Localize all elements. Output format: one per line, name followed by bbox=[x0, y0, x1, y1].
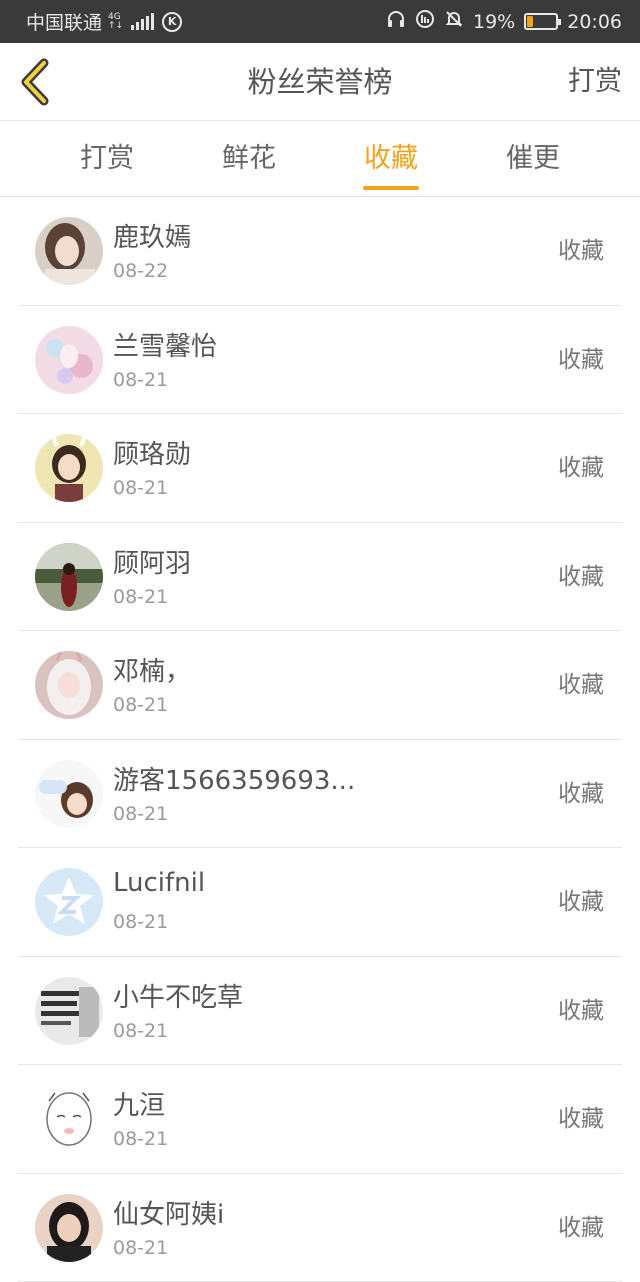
fan-date: 08-21 bbox=[113, 1237, 168, 1259]
avatar bbox=[35, 1085, 103, 1153]
battery-icon bbox=[524, 13, 558, 30]
fan-action-label: 收藏 bbox=[558, 1065, 604, 1173]
fan-action-label: 收藏 bbox=[558, 631, 604, 739]
fan-row[interactable]: 邓楠， 08-21 收藏 bbox=[18, 631, 622, 740]
fan-row[interactable]: 兰雪馨怡 08-21 收藏 bbox=[18, 306, 622, 415]
avatar bbox=[35, 977, 103, 1045]
fan-row[interactable]: 游客1566359693... 08-21 收藏 bbox=[18, 740, 622, 849]
avatar bbox=[35, 651, 103, 719]
navigation-bar: 粉丝荣誉榜 打赏 bbox=[0, 43, 640, 121]
fan-date: 08-21 bbox=[113, 369, 168, 391]
fan-date: 08-21 bbox=[113, 911, 168, 933]
fan-action-label: 收藏 bbox=[558, 306, 604, 414]
fan-name: Lucifnil bbox=[113, 868, 205, 898]
reward-button[interactable]: 打赏 bbox=[568, 43, 622, 121]
fan-action-label: 收藏 bbox=[558, 848, 604, 956]
fan-date: 08-21 bbox=[113, 694, 168, 716]
page-title: 粉丝荣誉榜 bbox=[0, 43, 640, 121]
fan-name: 顾阿羽 bbox=[113, 543, 191, 580]
tab-reward[interactable]: 打赏 bbox=[52, 121, 162, 197]
fan-action-label: 收藏 bbox=[558, 523, 604, 631]
status-bar: 中国联通 4G ↑↓ K 19% 20:06 bbox=[0, 0, 640, 43]
fan-action-label: 收藏 bbox=[558, 197, 604, 305]
fan-date: 08-21 bbox=[113, 477, 168, 499]
fan-action-label: 收藏 bbox=[558, 414, 604, 522]
active-tab-indicator bbox=[363, 186, 419, 190]
data-saver-icon bbox=[415, 9, 435, 34]
avatar bbox=[35, 326, 103, 394]
fan-name: 邓楠， bbox=[113, 651, 191, 688]
k-app-icon: K bbox=[162, 12, 182, 32]
fan-name: 九洹 bbox=[113, 1085, 165, 1122]
fan-action-label: 收藏 bbox=[558, 957, 604, 1065]
fan-name: 鹿玖嫣 bbox=[113, 217, 191, 254]
signal-strength-icon bbox=[131, 14, 154, 30]
tab-urge-update[interactable]: 催更 bbox=[478, 121, 588, 197]
fan-row[interactable]: 顾阿羽 08-21 收藏 bbox=[18, 523, 622, 632]
fan-row[interactable]: Lucifnil 08-21 收藏 bbox=[18, 848, 622, 957]
network-type-icon: 4G ↑↓ bbox=[108, 13, 123, 31]
fan-name: 顾珞勋 bbox=[113, 434, 191, 471]
category-tabs: 打赏 鲜花 收藏 催更 bbox=[0, 121, 640, 197]
fan-date: 08-21 bbox=[113, 803, 168, 825]
battery-percent: 19% bbox=[473, 11, 515, 33]
fan-row[interactable]: 顾珞勋 08-21 收藏 bbox=[18, 414, 622, 523]
fan-name: 小牛不吃草 bbox=[113, 977, 243, 1014]
avatar bbox=[35, 543, 103, 611]
fan-name: 游客1566359693... bbox=[113, 760, 355, 797]
fan-row[interactable]: 仙女阿姨i 08-21 收藏 bbox=[18, 1174, 622, 1282]
avatar bbox=[35, 434, 103, 502]
mute-bell-icon bbox=[444, 9, 464, 34]
fan-action-label: 收藏 bbox=[558, 740, 604, 848]
fan-row[interactable]: 鹿玖嫣 08-22 收藏 bbox=[18, 197, 622, 306]
fan-date: 08-21 bbox=[113, 586, 168, 608]
fan-name: 兰雪馨怡 bbox=[113, 326, 217, 363]
fan-action-label: 收藏 bbox=[558, 1174, 604, 1282]
clock-time: 20:06 bbox=[567, 11, 622, 33]
fan-list: 鹿玖嫣 08-22 收藏 兰雪馨怡 08-21 收藏 顾珞勋 08-21 收藏 … bbox=[0, 197, 640, 1282]
fan-row[interactable]: 九洹 08-21 收藏 bbox=[18, 1065, 622, 1174]
avatar bbox=[35, 868, 103, 936]
avatar bbox=[35, 217, 103, 285]
carrier-name: 中国联通 bbox=[26, 8, 102, 35]
fan-row[interactable]: 小牛不吃草 08-21 收藏 bbox=[18, 957, 622, 1066]
chevron-left-icon bbox=[14, 57, 58, 107]
back-button[interactable] bbox=[14, 57, 58, 107]
fan-date: 08-21 bbox=[113, 1128, 168, 1150]
avatar bbox=[35, 1194, 103, 1262]
fan-date: 08-22 bbox=[113, 260, 168, 282]
tab-favorites[interactable]: 收藏 bbox=[336, 121, 446, 197]
fan-date: 08-21 bbox=[113, 1020, 168, 1042]
tab-flowers[interactable]: 鲜花 bbox=[194, 121, 304, 197]
avatar bbox=[35, 760, 103, 828]
fan-name: 仙女阿姨i bbox=[113, 1194, 224, 1231]
headphones-icon bbox=[386, 9, 406, 34]
